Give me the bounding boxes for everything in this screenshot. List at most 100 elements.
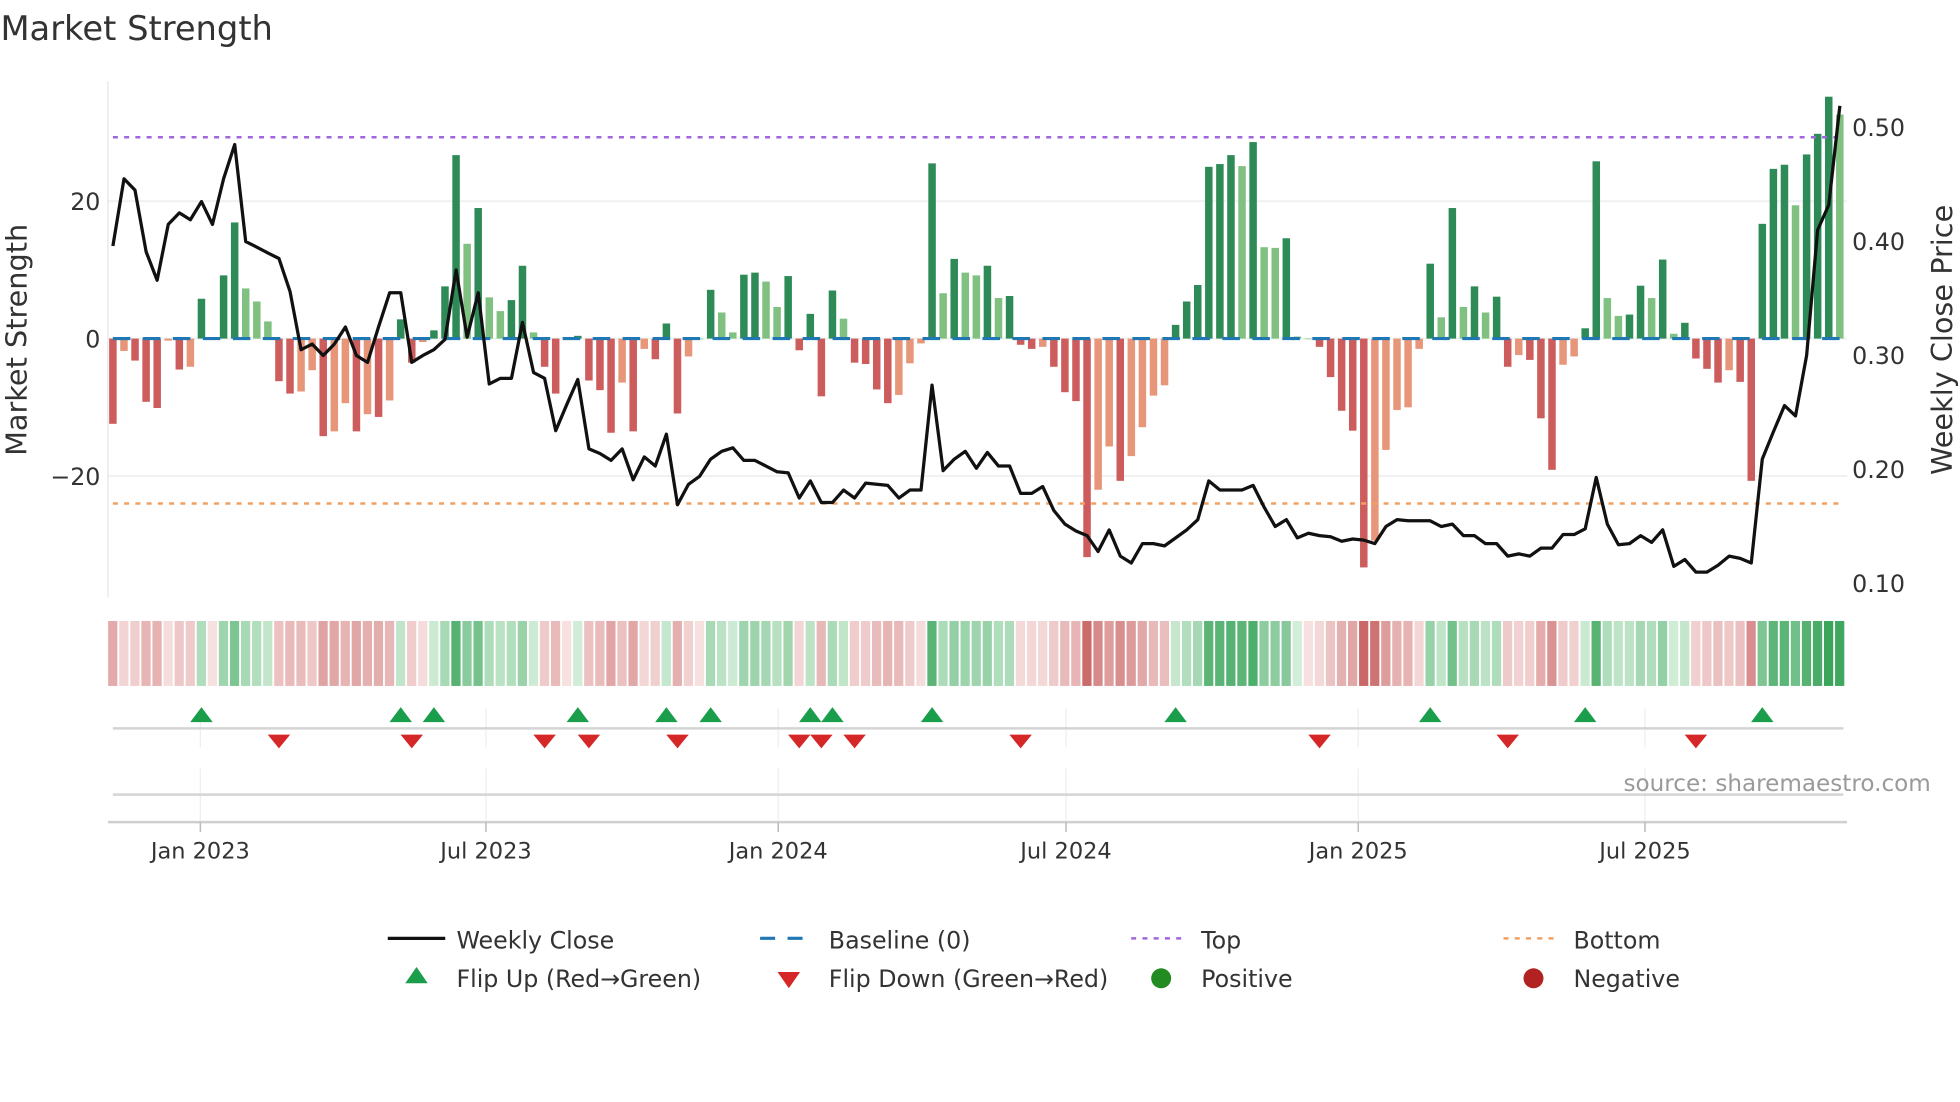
strength-strip-cell bbox=[617, 620, 627, 686]
strength-bar bbox=[1393, 338, 1401, 411]
strength-bar bbox=[1714, 338, 1722, 383]
strength-bar bbox=[1105, 338, 1113, 447]
strength-bar bbox=[496, 311, 505, 339]
strength-bar bbox=[884, 338, 892, 404]
strength-bar bbox=[817, 338, 826, 397]
strength-strip-cell bbox=[816, 620, 826, 686]
strength-strip-cell bbox=[938, 620, 948, 686]
strength-strip-cell bbox=[1624, 620, 1634, 686]
strength-strip-cell bbox=[716, 620, 727, 686]
strength-strip-cell bbox=[905, 620, 915, 686]
y2-axis-ticks: 0.50 0.40 0.30 0.20 0.10 bbox=[1852, 114, 1905, 598]
strength-bar bbox=[1747, 338, 1755, 481]
strength-bar bbox=[895, 338, 903, 395]
strength-strip-cell bbox=[1004, 620, 1015, 686]
strength-strip-cell bbox=[860, 620, 871, 686]
strength-strip-cell bbox=[1414, 620, 1424, 686]
strength-bar bbox=[740, 274, 748, 339]
legend-weekly-close-label: Weekly Close bbox=[456, 926, 614, 954]
legend-negative-label: Negative bbox=[1573, 965, 1679, 993]
strength-strip-cell bbox=[1370, 620, 1380, 686]
flip-up-marker bbox=[566, 707, 590, 723]
strength-strip-cell bbox=[296, 620, 306, 686]
strength-bar bbox=[1138, 338, 1147, 428]
strength-bar bbox=[1426, 263, 1434, 339]
strength-bar bbox=[1182, 301, 1191, 339]
strength-bar bbox=[153, 338, 161, 409]
strength-strip-cell bbox=[1303, 620, 1313, 686]
strength-bar bbox=[651, 338, 660, 360]
strength-bar bbox=[1348, 338, 1357, 431]
strength-bar bbox=[1780, 164, 1789, 339]
flip-up-marker bbox=[821, 707, 844, 723]
x-tick-label: Jul 2024 bbox=[1018, 838, 1111, 864]
strength-strip-cell bbox=[1591, 620, 1601, 686]
strength-bar bbox=[906, 338, 914, 364]
strength-bar bbox=[507, 300, 516, 339]
strength-strip-cell bbox=[728, 620, 738, 686]
strength-bar bbox=[1459, 306, 1468, 339]
strength-bar bbox=[1260, 247, 1268, 339]
strength-strip-cell bbox=[1635, 620, 1646, 686]
strength-bar bbox=[1537, 338, 1545, 419]
strength-strip-cell bbox=[1502, 620, 1513, 686]
strength-strip-cell bbox=[628, 620, 638, 686]
strength-bar bbox=[1515, 338, 1523, 356]
legend-positive-label: Positive bbox=[1201, 965, 1292, 993]
strength-strip-cell bbox=[838, 620, 849, 686]
flip-up-marker bbox=[699, 707, 722, 723]
strength-strip-cell bbox=[1835, 620, 1845, 686]
flip-down-marker bbox=[400, 734, 424, 749]
strength-bar bbox=[120, 338, 128, 351]
flip-up-marker bbox=[799, 707, 822, 723]
strength-strip-cell bbox=[1126, 620, 1136, 686]
strength-bar bbox=[1050, 338, 1058, 367]
strength-strip-cell bbox=[462, 620, 472, 686]
strength-strip-cell bbox=[1082, 620, 1092, 686]
strength-bar bbox=[928, 163, 936, 339]
strength-bar bbox=[1603, 298, 1612, 339]
flip-up-marker bbox=[1751, 707, 1774, 723]
strength-strip-cell bbox=[949, 620, 959, 686]
strength-bar bbox=[717, 312, 726, 339]
strength-strip-cell bbox=[229, 620, 240, 686]
strength-strip-cell bbox=[274, 620, 284, 686]
strength-strip-cell bbox=[1026, 620, 1037, 686]
strength-bar bbox=[175, 338, 184, 370]
strength-strip-cell bbox=[871, 620, 882, 686]
strength-strip-cell bbox=[1646, 620, 1657, 686]
strength-bar bbox=[1570, 338, 1578, 357]
strength-strip-cell bbox=[1547, 620, 1557, 686]
strength-strip-cell bbox=[1292, 620, 1302, 686]
flip-up-marker bbox=[1573, 707, 1597, 723]
strength-bar bbox=[142, 338, 150, 402]
flip-up-marker bbox=[1164, 707, 1187, 723]
y2-tick-label: 0.30 bbox=[1852, 342, 1905, 370]
strength-strip-cell bbox=[1514, 620, 1524, 686]
strength-bar bbox=[1337, 338, 1346, 411]
strength-strip-cell bbox=[993, 620, 1003, 686]
y2-tick-label: 0.40 bbox=[1852, 228, 1905, 256]
strength-bar bbox=[186, 338, 195, 367]
strength-bar bbox=[230, 222, 239, 339]
strength-strip-cell bbox=[440, 620, 450, 686]
strength-bars bbox=[109, 96, 1844, 568]
strength-strip-cell bbox=[683, 620, 694, 686]
strength-strip-cell bbox=[1691, 620, 1701, 686]
strength-strip-cell bbox=[1336, 620, 1347, 686]
strength-strip-cell bbox=[1602, 620, 1612, 686]
strength-strip-cell bbox=[750, 620, 760, 686]
strength-strip-cell bbox=[1049, 620, 1059, 686]
strength-strip-cell bbox=[119, 620, 129, 686]
strength-strip-cell bbox=[1359, 620, 1369, 686]
strength-bar bbox=[1404, 338, 1412, 408]
strength-bar bbox=[950, 258, 958, 339]
strength-bar bbox=[751, 272, 759, 339]
strength-strip-cell bbox=[1768, 620, 1778, 686]
strength-bar bbox=[1592, 161, 1601, 339]
strength-strip-cell bbox=[1093, 620, 1103, 686]
strength-bar bbox=[1492, 296, 1501, 339]
strength-bar bbox=[1647, 298, 1656, 339]
strength-strip-cell bbox=[1060, 620, 1070, 686]
strength-strip-cell bbox=[340, 620, 350, 686]
